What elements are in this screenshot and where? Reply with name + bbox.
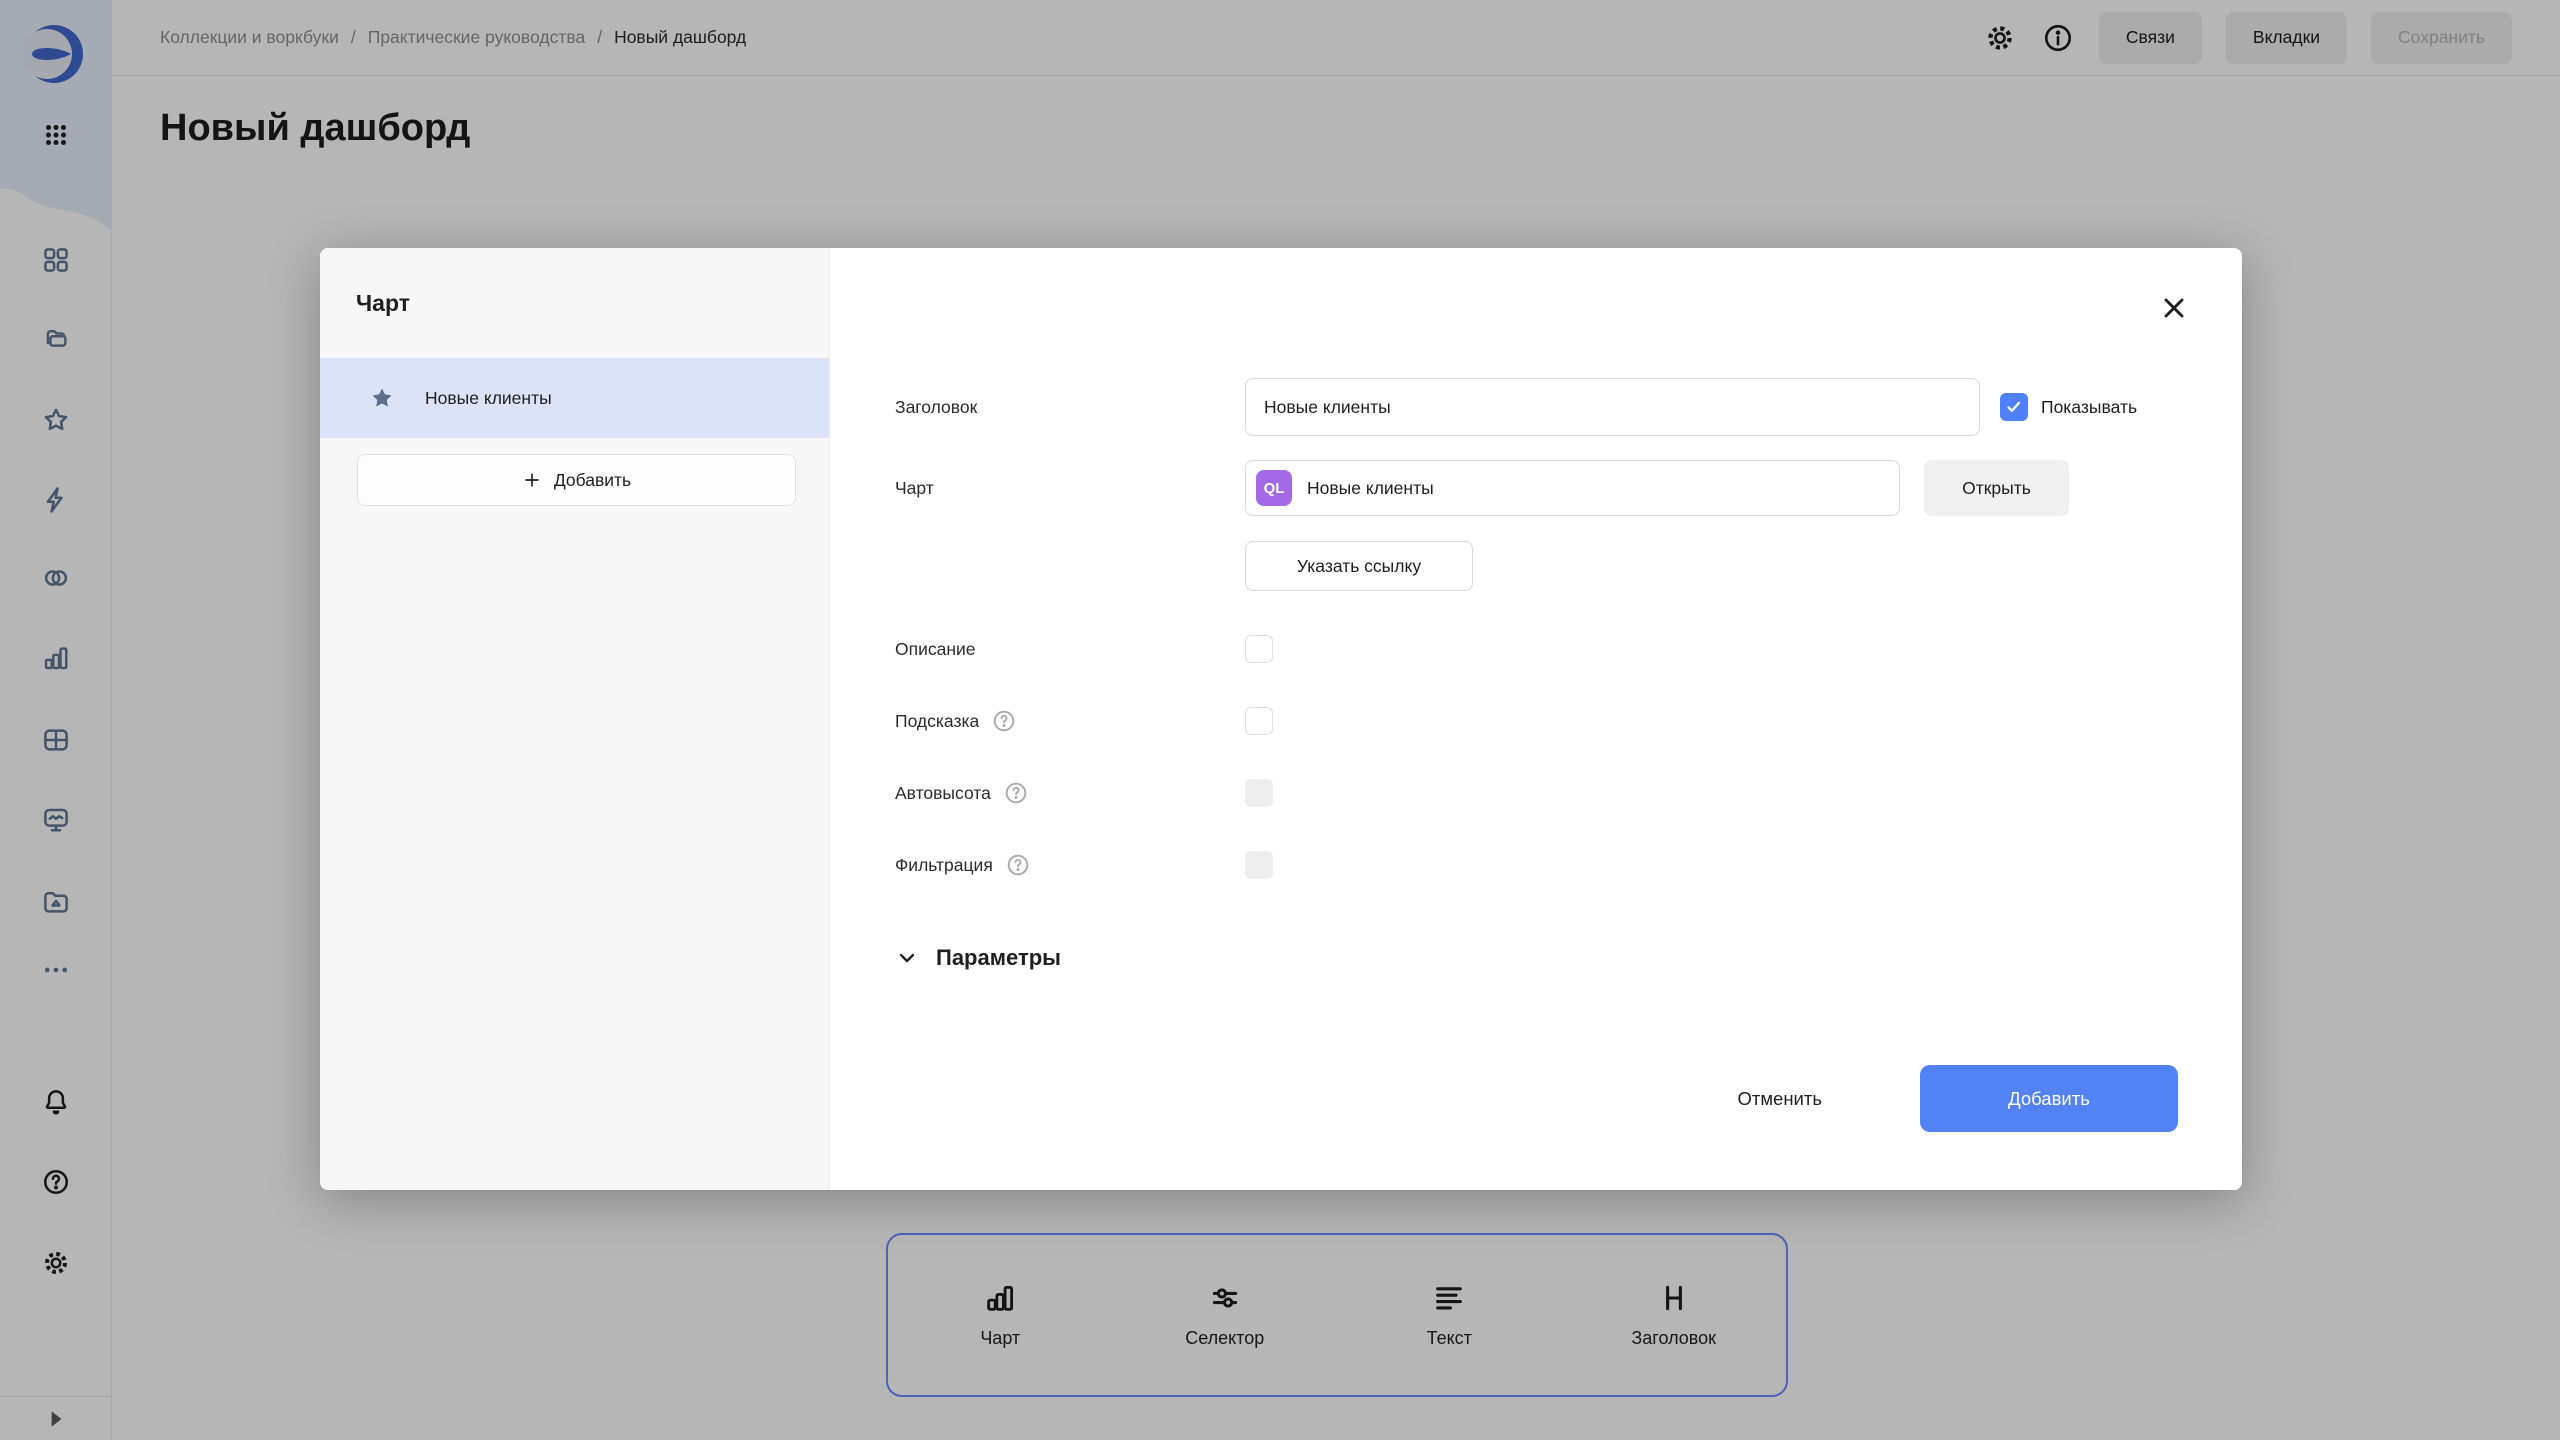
star-filled-icon: [369, 385, 395, 411]
add-button[interactable]: Добавить: [1920, 1065, 2178, 1132]
check-icon: [2004, 397, 2024, 417]
plus-icon: [522, 470, 542, 490]
chevron-down-icon: [895, 946, 919, 970]
title-label: Заголовок: [895, 397, 1245, 418]
parameters-section-toggle[interactable]: Параметры: [895, 945, 2178, 971]
autoheight-checkbox: [1245, 779, 1273, 807]
description-checkbox[interactable]: [1245, 635, 1273, 663]
add-item-button[interactable]: Добавить: [357, 454, 796, 506]
description-label: Описание: [895, 639, 1245, 660]
show-title-checkbox[interactable]: [2000, 393, 2028, 421]
show-title-caption: Показывать: [2041, 397, 2137, 418]
close-icon[interactable]: [2158, 292, 2190, 324]
add-chart-modal: Чарт Новые клиенты Добавить: [320, 248, 2242, 1190]
hint-checkbox[interactable]: [1245, 707, 1273, 735]
panel-item-label: Новые клиенты: [425, 388, 552, 409]
modal-side-panel: Чарт Новые клиенты Добавить: [320, 248, 830, 1190]
autoheight-label: Автовысота: [895, 783, 991, 804]
parameters-label: Параметры: [936, 945, 1061, 971]
filtering-help-icon[interactable]: [1005, 852, 1031, 878]
title-input[interactable]: [1245, 378, 1980, 436]
cancel-button[interactable]: Отменить: [1717, 1088, 1842, 1110]
panel-title: Чарт: [356, 288, 829, 318]
chart-select[interactable]: QL Новые клиенты: [1245, 460, 1900, 516]
hint-label: Подсказка: [895, 711, 979, 732]
ql-badge: QL: [1256, 470, 1292, 506]
add-item-label: Добавить: [554, 470, 631, 491]
chart-select-value: Новые клиенты: [1307, 478, 1434, 499]
filtering-label: Фильтрация: [895, 855, 993, 876]
modal-footer: Отменить Добавить: [1717, 1065, 2178, 1132]
hint-help-icon[interactable]: [991, 708, 1017, 734]
panel-item-selected[interactable]: Новые клиенты: [320, 358, 829, 438]
autoheight-help-icon[interactable]: [1003, 780, 1029, 806]
specify-link-button[interactable]: Указать ссылку: [1245, 541, 1473, 591]
filtering-checkbox: [1245, 851, 1273, 879]
chart-label: Чарт: [895, 478, 1245, 499]
open-chart-button[interactable]: Открыть: [1924, 460, 2069, 516]
modal-form: Заголовок Показывать Чарт QL Новые клиен…: [830, 248, 2242, 1190]
